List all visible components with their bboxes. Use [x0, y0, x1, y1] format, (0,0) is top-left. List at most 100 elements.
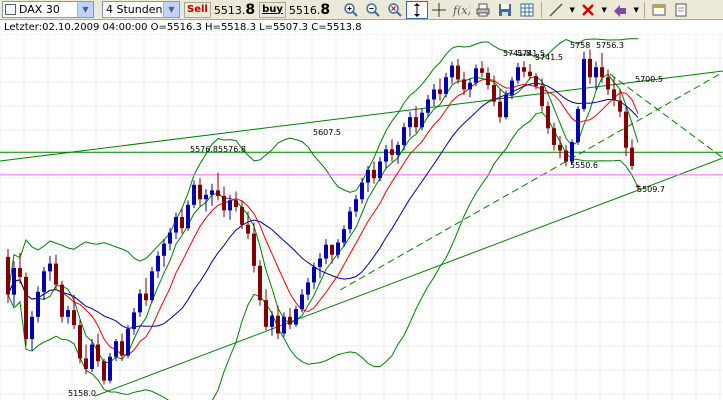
candle-down: [222, 195, 226, 211]
sell-price-main: 5513.: [213, 3, 246, 17]
candle-up: [576, 108, 580, 143]
candle-down: [258, 265, 262, 301]
buy-box: buy 5516.8: [259, 1, 330, 19]
svg-text:f(x): f(x): [452, 4, 470, 17]
candle-up: [324, 244, 328, 259]
sell-box: Sell 5513.8: [184, 1, 255, 19]
candle-up: [162, 243, 166, 256]
level-label: 5576.8: [218, 145, 246, 154]
instrument-select[interactable]: DAX 30 ▼: [2, 1, 94, 18]
candle-down: [288, 316, 292, 325]
trendline-icon[interactable]: [545, 1, 567, 19]
candle-down: [606, 77, 610, 90]
zoom-out-icon[interactable]: [362, 1, 384, 19]
level-label: 5700.5: [635, 75, 663, 84]
level-label: 5756.3: [596, 41, 624, 50]
candle-down: [600, 67, 604, 78]
delete-icon[interactable]: [577, 1, 599, 19]
crosshair-icon[interactable]: [428, 1, 450, 19]
candle-up: [108, 356, 112, 381]
candle-up: [504, 95, 508, 118]
candle-up: [468, 82, 472, 90]
candle-down: [558, 144, 562, 151]
zoom-in-icon[interactable]: [340, 1, 362, 19]
candle-down: [24, 276, 28, 339]
grid-icon[interactable]: [516, 1, 538, 19]
arrows-icon[interactable]: [609, 1, 631, 19]
buy-price-main: 5516.: [288, 3, 321, 17]
candle-up: [594, 67, 598, 78]
candle-down: [492, 85, 496, 102]
save-icon[interactable]: [494, 1, 516, 19]
candle-up: [384, 149, 388, 162]
candle-up: [282, 316, 286, 334]
buy-button[interactable]: buy: [259, 1, 286, 18]
candle-down: [372, 169, 376, 179]
candle-down: [60, 284, 64, 317]
candle-down: [534, 76, 538, 87]
candle-down: [564, 150, 568, 162]
candle-down: [552, 128, 556, 145]
candle-up: [582, 58, 586, 109]
cursor-icon[interactable]: [406, 0, 429, 19]
candle-down: [330, 244, 334, 255]
candle-up: [210, 190, 214, 195]
candle-down: [486, 72, 490, 86]
chevron-down-icon[interactable]: ▼: [163, 2, 179, 17]
candle-up: [318, 258, 322, 267]
candle-up: [42, 271, 46, 292]
info-icon[interactable]: [670, 1, 692, 19]
timeframe-select[interactable]: 4 Stunden ▼: [102, 1, 180, 18]
sell-button[interactable]: Sell: [184, 1, 211, 18]
print-icon[interactable]: [472, 1, 494, 19]
candle-down: [6, 256, 10, 295]
candle-down: [54, 263, 58, 285]
level-label: 5758: [570, 41, 590, 50]
candle-up: [48, 263, 52, 272]
candle-up: [192, 184, 196, 205]
candle-up: [12, 268, 16, 295]
candle-up: [396, 144, 400, 155]
candle-down: [120, 341, 124, 356]
last-bar-info: Letzter:02.10.2009 04:00:00 O=5516.3 H=5…: [4, 22, 362, 33]
chevron-down-icon[interactable]: ▼: [567, 1, 577, 19]
level-label: 5607.5: [313, 128, 341, 137]
candle-down: [414, 117, 418, 128]
candle-up: [510, 80, 514, 95]
chevron-down-icon[interactable]: ▼: [77, 2, 93, 17]
candle-down: [102, 361, 106, 381]
timeframe-value: 4 Stunden: [106, 3, 163, 16]
candle-up: [570, 142, 574, 162]
candle-up: [432, 89, 436, 100]
tool-group: f(x) ▼ ▼ ▼: [340, 0, 692, 19]
candle-down: [498, 101, 502, 118]
chart-icon: [5, 4, 16, 15]
candle-up: [342, 229, 346, 243]
candle-up: [426, 99, 430, 113]
candle-down: [216, 190, 220, 196]
candle-up: [90, 344, 94, 369]
chevron-down-icon[interactable]: ▼: [631, 1, 641, 19]
toolbar-separator: [541, 1, 543, 18]
function-icon[interactable]: f(x): [450, 1, 472, 19]
candle-up: [204, 194, 208, 200]
candle-down: [18, 268, 22, 277]
chevron-down-icon[interactable]: ▼: [599, 1, 609, 19]
level-label: 5576.8: [190, 145, 218, 154]
properties-icon[interactable]: [648, 1, 670, 19]
sell-price-big: 8: [245, 1, 256, 18]
candle-down: [252, 233, 256, 266]
candle-up: [360, 182, 364, 200]
candle-up: [168, 232, 172, 244]
candle-down: [528, 71, 532, 77]
candle-down: [96, 344, 100, 362]
price-chart[interactable]: 5158.05576.8 5576.85607.55741.55741.55758…: [0, 34, 723, 400]
zoom-fit-icon[interactable]: [384, 1, 406, 19]
candle-down: [630, 147, 634, 166]
candle-up: [30, 316, 34, 339]
candle-down: [78, 325, 82, 359]
toolbar-separator: [644, 1, 646, 18]
candle-down: [438, 89, 442, 94]
candle-up: [336, 242, 340, 255]
candle-down: [540, 86, 544, 107]
